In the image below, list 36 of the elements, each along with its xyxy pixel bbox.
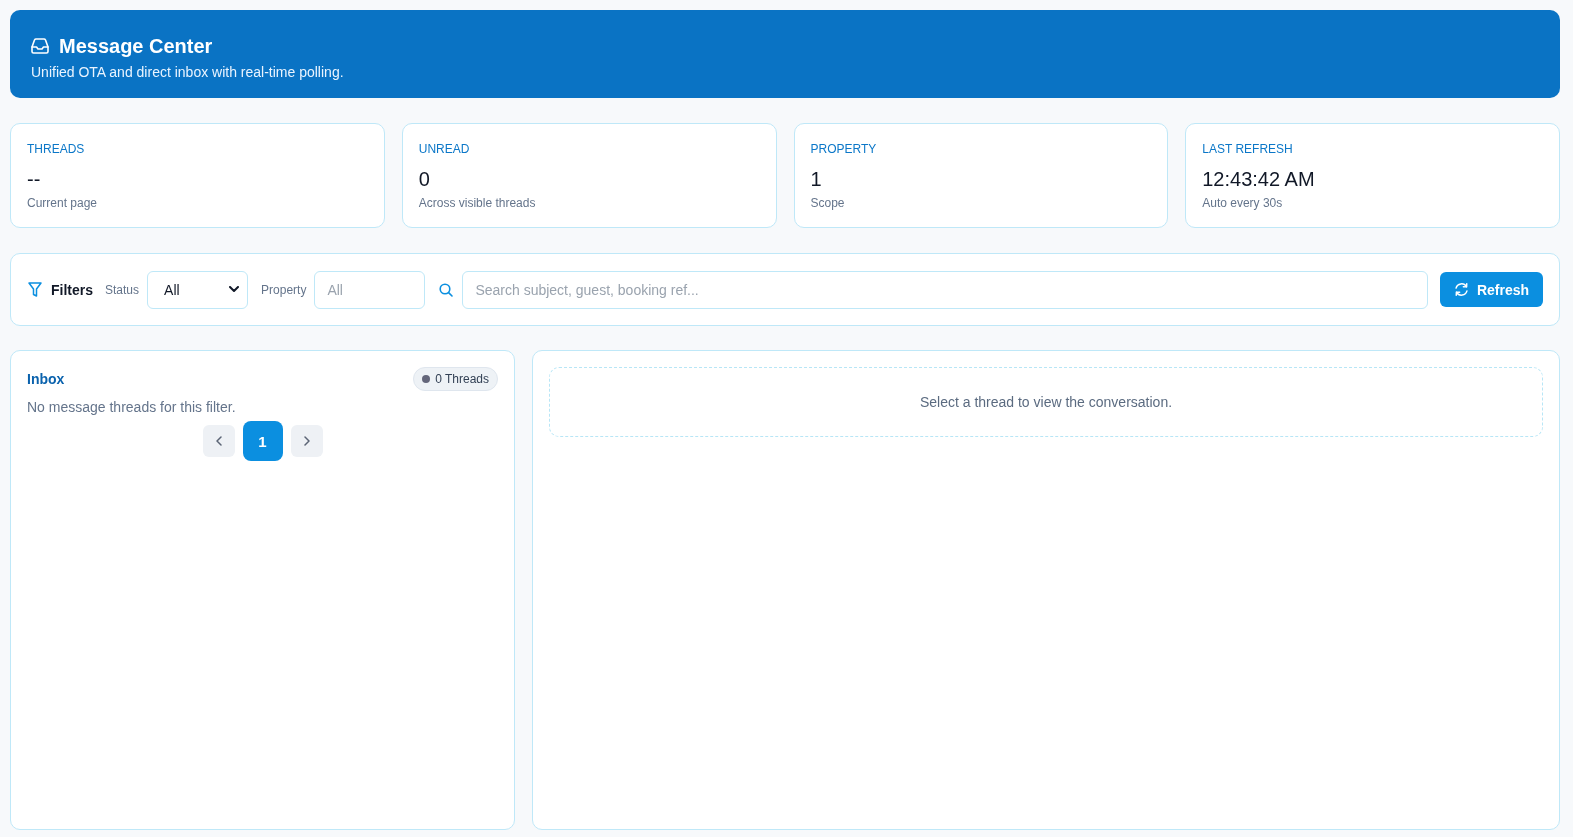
inbox-title: Inbox	[27, 371, 65, 387]
property-input[interactable]: All	[314, 270, 426, 309]
stat-value: 1	[810, 167, 822, 191]
chevron-right-icon	[303, 436, 310, 446]
page-subtitle: Unified OTA and direct inbox with real-time polling.	[31, 63, 344, 81]
stat-label: UNREAD	[418, 141, 470, 157]
stat-note: Across visible threads	[418, 195, 536, 211]
next-page-button[interactable]	[290, 425, 323, 457]
status-dropdown[interactable]: All	[147, 270, 249, 309]
filters-title: Filters	[51, 281, 93, 298]
status-dot-icon	[422, 375, 431, 383]
search-field[interactable]: Search subject, guest, booking ref...	[462, 270, 1428, 309]
search-icon	[439, 282, 454, 297]
stat-note: Current page	[27, 195, 98, 211]
inbox-tray-icon	[31, 38, 49, 54]
stat-label: THREADS	[27, 141, 85, 157]
stat-note: Scope	[810, 195, 845, 211]
stat-value: 0	[418, 167, 430, 191]
stat-value: 12:43:42 AM	[1202, 167, 1315, 191]
funnel-icon	[28, 282, 42, 297]
stat-label: LAST REFRESH	[1202, 141, 1293, 157]
page-title: Message Center	[59, 34, 213, 58]
chevron-down-icon	[229, 286, 240, 293]
status-label: Status	[105, 282, 140, 297]
empty-message: No message threads for this filter.	[27, 398, 236, 416]
property-label: Property	[261, 282, 307, 297]
page-number-button[interactable]: 1	[242, 421, 283, 461]
refresh-icon	[1453, 282, 1469, 297]
empty-conversation-text: Select a thread to view the conversation.	[919, 394, 1173, 410]
thread-count-text: 0 Threads	[435, 372, 489, 386]
refresh-button[interactable]: Refresh	[1440, 272, 1543, 307]
stat-label: PROPERTY	[810, 141, 877, 157]
stat-value: --	[27, 167, 41, 191]
stat-note: Auto every 30s	[1202, 195, 1283, 211]
chevron-left-icon	[215, 436, 222, 446]
previous-page-button[interactable]	[202, 425, 235, 457]
